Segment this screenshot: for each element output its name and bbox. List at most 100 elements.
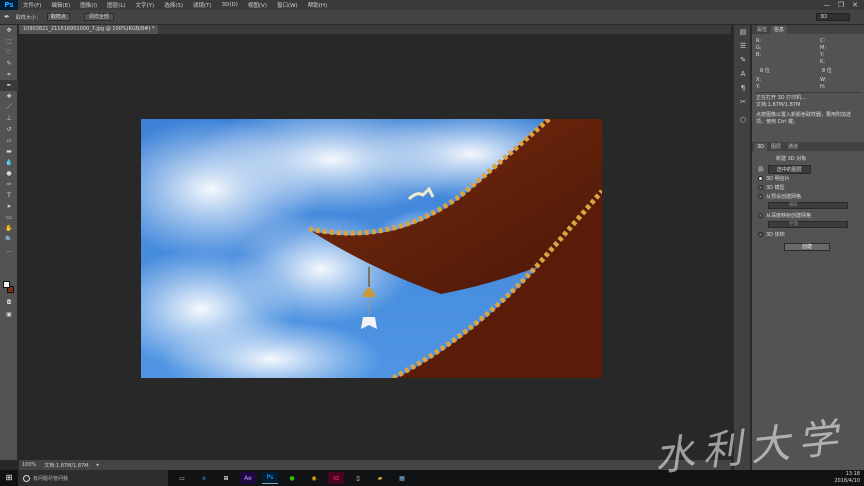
- edge-browser-icon[interactable]: e: [196, 472, 212, 484]
- move-tool-icon[interactable]: ✥: [0, 25, 18, 36]
- option-label: 3D 明信片: [766, 176, 790, 182]
- eraser-tool-icon[interactable]: ▱: [0, 135, 18, 146]
- foreground-color-swatch[interactable]: [3, 281, 10, 288]
- clock-date: 2018/4/10: [834, 478, 860, 484]
- tools-panel: ✥ ⬚ ➰ ✎ ⌗ ✒ ✚ ／ ⊥ ↺ ▱ ▬ 💧 ● ✑ T ➤ ▭ ✋ 🔍 …: [0, 25, 18, 460]
- path-select-icon[interactable]: ➤: [0, 201, 18, 212]
- hand-tool-icon[interactable]: ✋: [0, 223, 18, 234]
- chrome-icon[interactable]: ◉: [306, 472, 322, 484]
- depth-dropdown[interactable]: 平面: [768, 221, 848, 228]
- menu-3d[interactable]: 3D(D): [217, 2, 243, 8]
- file-explorer-icon[interactable]: ▰: [372, 472, 388, 484]
- minimize-button[interactable]: —: [820, 0, 834, 10]
- radio-3d-model[interactable]: [758, 185, 763, 190]
- radio-mesh-from-preset[interactable]: [758, 194, 763, 199]
- menu-file[interactable]: 文件(F): [18, 1, 46, 9]
- tab-layers[interactable]: 图层: [768, 143, 784, 151]
- sample-all-layers-button[interactable]: 调样全部: [83, 13, 114, 21]
- menu-type[interactable]: 文字(Y): [131, 1, 160, 9]
- photoshop-taskbar-icon[interactable]: Ps: [262, 472, 278, 484]
- tab-channels[interactable]: 通道: [785, 143, 801, 151]
- panel-icon-dock: ▤ ☰ ✎ A ¶ ✂ ⬡: [733, 25, 751, 470]
- media-app-icon[interactable]: ▦: [394, 472, 410, 484]
- tab-properties[interactable]: 属性: [754, 26, 770, 34]
- eyedropper-icon[interactable]: ✒: [4, 13, 10, 21]
- screen-mode-icon[interactable]: ▣: [0, 309, 18, 320]
- marquee-tool-icon[interactable]: ⬚: [0, 36, 18, 47]
- menu-filter[interactable]: 滤镜(T): [188, 1, 217, 9]
- quick-select-tool-icon[interactable]: ✎: [0, 58, 18, 69]
- windows-start-icon[interactable]: ⊞: [0, 470, 18, 486]
- info-bit-depth-right: 8 位: [822, 68, 832, 74]
- menu-view[interactable]: 视图(V): [243, 1, 272, 9]
- close-button[interactable]: ✕: [848, 0, 862, 10]
- healing-brush-icon[interactable]: ✚: [0, 91, 18, 102]
- indesign-icon[interactable]: Id: [328, 472, 344, 484]
- option-3d-postcard[interactable]: 3D 明信片: [758, 174, 858, 183]
- quick-mask-icon[interactable]: ◘: [0, 297, 18, 308]
- radio-mesh-from-depth[interactable]: [758, 213, 763, 218]
- menu-window[interactable]: 窗口(W): [272, 1, 303, 9]
- menu-layer[interactable]: 图层(L): [102, 1, 130, 9]
- zoom-level[interactable]: 100%: [22, 462, 36, 468]
- document-photo[interactable]: [141, 119, 602, 378]
- info-r-label: R:: [756, 38, 762, 44]
- brush-tool-icon[interactable]: ／: [0, 102, 18, 113]
- zoom-tool-icon[interactable]: 🔍: [0, 234, 18, 245]
- radio-3d-postcard[interactable]: [758, 176, 763, 181]
- taskbar-search-box[interactable]: 有问题尽管问我: [18, 470, 168, 486]
- option-3d-volume[interactable]: 3D 体积: [758, 230, 858, 239]
- lasso-tool-icon[interactable]: ➰: [0, 47, 18, 58]
- wechat-icon[interactable]: ●: [284, 472, 300, 484]
- notepad-icon[interactable]: ▯: [350, 472, 366, 484]
- option-label: 3D 体积: [766, 232, 785, 238]
- menu-select[interactable]: 选择(S): [159, 1, 188, 9]
- after-effects-icon[interactable]: Ae: [240, 472, 256, 484]
- option-label: 3D 模型: [766, 185, 785, 191]
- brush-panel-icon[interactable]: ✎: [734, 53, 752, 67]
- option-mesh-from-preset[interactable]: 从预设创建网格: [758, 192, 858, 201]
- menu-help[interactable]: 帮助(H): [303, 1, 332, 9]
- document-tab-bar: 10903821_211616901000_7.jpg @ 100%(RGB/8…: [19, 25, 731, 34]
- history-brush-icon[interactable]: ↺: [0, 124, 18, 135]
- sample-size-label: 取样大小：: [15, 14, 41, 21]
- menu-bar: Ps 文件(F) 编辑(E) 图像(I) 图层(L) 文字(Y) 选择(S) 滤…: [0, 0, 864, 10]
- tools-preset-icon[interactable]: ✂: [734, 95, 752, 109]
- paragraph-panel-icon[interactable]: ¶: [734, 81, 752, 95]
- 3d-panel: 新建 3D 对象 源: 选中的图层 3D 明信片 3D 模型 从预设创建网格 帽…: [752, 151, 864, 255]
- source-select[interactable]: 选中的图层: [767, 165, 811, 174]
- document-tab[interactable]: 10903821_211616901000_7.jpg @ 100%(RGB/8…: [19, 25, 159, 34]
- dodge-tool-icon[interactable]: ●: [0, 168, 18, 179]
- create-button[interactable]: 创建: [784, 243, 830, 251]
- gradient-tool-icon[interactable]: ▬: [0, 146, 18, 157]
- status-arrow-icon[interactable]: ▸: [97, 462, 100, 468]
- info-m-label: M:: [820, 45, 826, 51]
- sample-size-select[interactable]: 取样点: [46, 13, 70, 21]
- pen-tool-icon[interactable]: ✑: [0, 179, 18, 190]
- preset-dropdown[interactable]: 帽形: [768, 202, 848, 209]
- restore-button[interactable]: ❐: [834, 0, 848, 10]
- clone-stamp-icon[interactable]: ⊥: [0, 113, 18, 124]
- task-view-icon[interactable]: ▭: [174, 472, 190, 484]
- store-icon[interactable]: ⊞: [218, 472, 234, 484]
- more-tools-icon[interactable]: …: [0, 245, 18, 256]
- shape-tool-icon[interactable]: ▭: [0, 212, 18, 223]
- option-mesh-from-depth[interactable]: 从深度映射创建网格: [758, 211, 858, 220]
- blur-tool-icon[interactable]: 💧: [0, 157, 18, 168]
- source-row: 源: 选中的图层: [758, 165, 858, 174]
- properties-panel-icon[interactable]: ☰: [734, 39, 752, 53]
- workspace-select[interactable]: 3D: [816, 13, 850, 21]
- history-panel-icon[interactable]: ▤: [734, 25, 752, 39]
- menu-edit[interactable]: 编辑(E): [46, 1, 75, 9]
- 3d-panel-icon[interactable]: ⬡: [734, 113, 752, 127]
- crop-tool-icon[interactable]: ⌗: [0, 69, 18, 80]
- taskbar-clock[interactable]: 13:18 2018/4/10: [834, 471, 860, 485]
- character-panel-icon[interactable]: A: [734, 67, 752, 81]
- radio-3d-volume[interactable]: [758, 232, 763, 237]
- tab-info[interactable]: 信息: [771, 26, 788, 34]
- option-3d-model[interactable]: 3D 模型: [758, 183, 858, 192]
- type-tool-icon[interactable]: T: [0, 190, 18, 201]
- eyedropper-tool-icon[interactable]: ✒: [0, 80, 18, 91]
- menu-image[interactable]: 图像(I): [75, 1, 102, 9]
- tab-3d[interactable]: 3D: [754, 143, 768, 151]
